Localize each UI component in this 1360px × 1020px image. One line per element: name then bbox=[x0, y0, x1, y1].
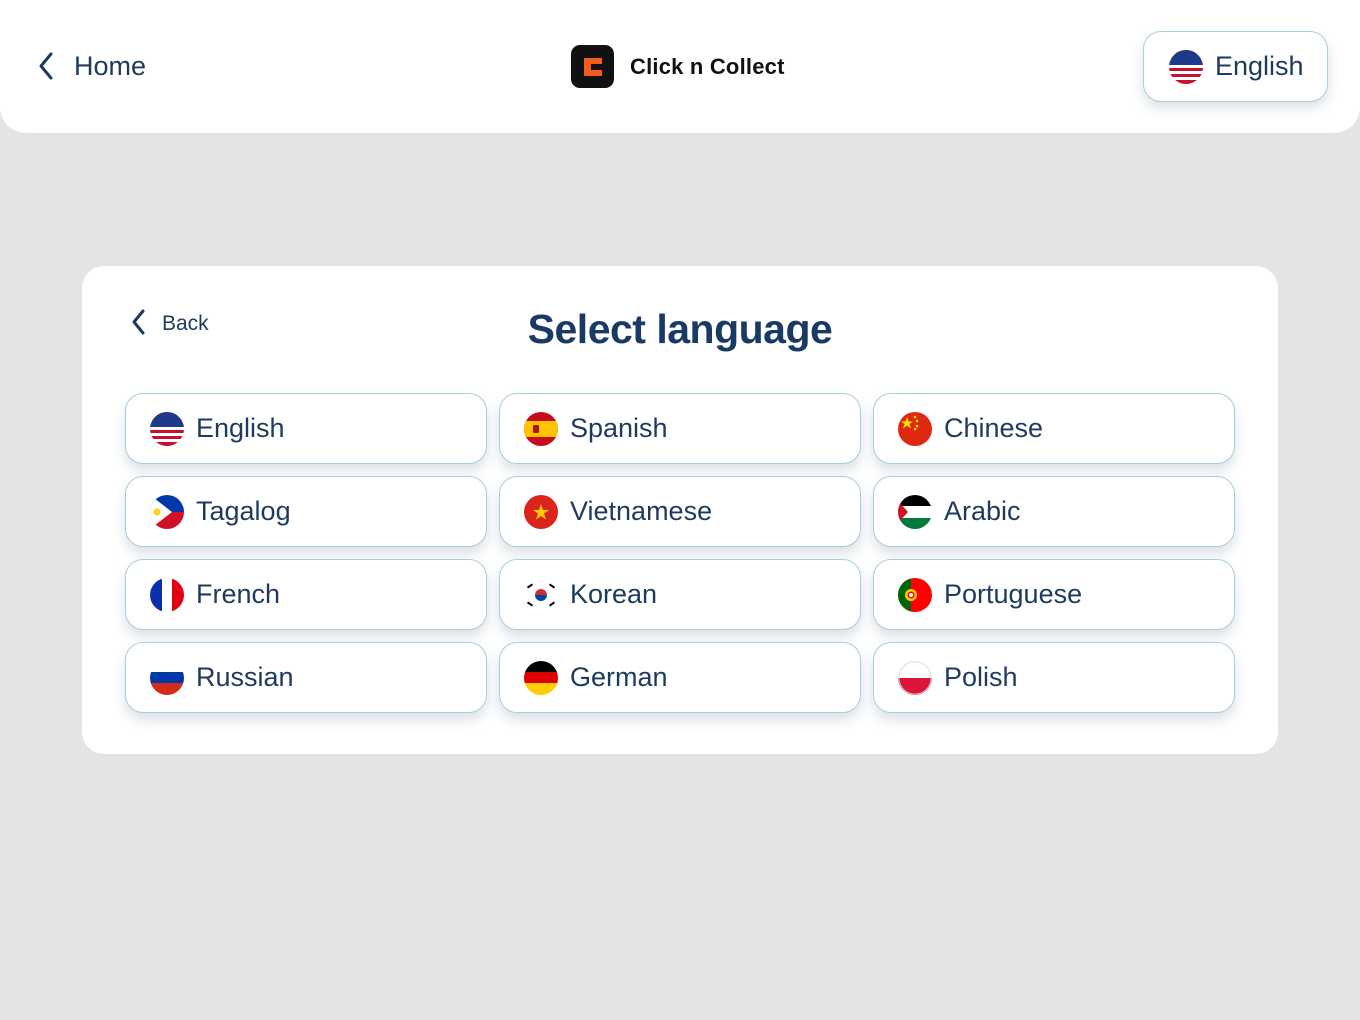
korea-flag-icon bbox=[524, 577, 558, 612]
poland-flag-icon bbox=[898, 660, 932, 695]
language-option-spanish[interactable]: Spanish bbox=[499, 393, 861, 464]
france-flag-icon bbox=[150, 577, 184, 612]
language-option-german[interactable]: German bbox=[499, 642, 861, 713]
language-grid: English Spanish Chinese Tagalog Vietname… bbox=[125, 393, 1235, 713]
language-label: Korean bbox=[570, 579, 658, 609]
chevron-left-icon bbox=[36, 50, 60, 82]
language-option-arabic[interactable]: Arabic bbox=[873, 476, 1235, 547]
language-label: Polish bbox=[944, 662, 1018, 692]
russia-flag-icon bbox=[150, 660, 184, 695]
language-option-tagalog[interactable]: Tagalog bbox=[125, 476, 487, 547]
philippines-flag-icon bbox=[150, 494, 184, 529]
brand-logo-icon bbox=[571, 45, 614, 88]
language-option-french[interactable]: French bbox=[125, 559, 487, 630]
brand: Click n Collect bbox=[571, 45, 785, 88]
top-bar: Home Click n Collect English bbox=[0, 0, 1360, 133]
language-option-polish[interactable]: Polish bbox=[873, 642, 1235, 713]
spain-flag-icon bbox=[524, 411, 558, 446]
language-label: Chinese bbox=[944, 413, 1044, 443]
language-option-russian[interactable]: Russian bbox=[125, 642, 487, 713]
language-label: English bbox=[196, 413, 285, 443]
home-button[interactable]: Home bbox=[36, 46, 146, 86]
language-label: German bbox=[570, 662, 668, 692]
brand-name: Click n Collect bbox=[630, 53, 785, 79]
language-label: Spanish bbox=[570, 413, 668, 443]
current-language-label: English bbox=[1215, 51, 1304, 81]
language-label: French bbox=[196, 579, 281, 609]
language-label: Portuguese bbox=[944, 579, 1083, 609]
page-title: Select language bbox=[527, 306, 833, 352]
language-option-vietnamese[interactable]: Vietnamese bbox=[499, 476, 861, 547]
language-label: Arabic bbox=[944, 496, 1021, 526]
us-flag-icon bbox=[1169, 49, 1203, 84]
language-option-chinese[interactable]: Chinese bbox=[873, 393, 1235, 464]
language-card: Back Select language English Spanish Chi… bbox=[82, 266, 1278, 754]
language-selector-button[interactable]: English bbox=[1143, 31, 1328, 102]
portugal-flag-icon bbox=[898, 577, 932, 612]
china-flag-icon bbox=[898, 411, 932, 446]
language-option-english[interactable]: English bbox=[125, 393, 487, 464]
language-label: Russian bbox=[196, 662, 294, 692]
language-label: Vietnamese bbox=[570, 496, 713, 526]
arabic-flag-icon bbox=[898, 494, 932, 529]
germany-flag-icon bbox=[524, 660, 558, 695]
language-label: Tagalog bbox=[196, 496, 291, 526]
home-label: Home bbox=[74, 50, 147, 81]
vietnam-flag-icon bbox=[524, 494, 558, 529]
language-option-korean[interactable]: Korean bbox=[499, 559, 861, 630]
language-option-portuguese[interactable]: Portuguese bbox=[873, 559, 1235, 630]
us-flag-icon bbox=[150, 411, 184, 446]
